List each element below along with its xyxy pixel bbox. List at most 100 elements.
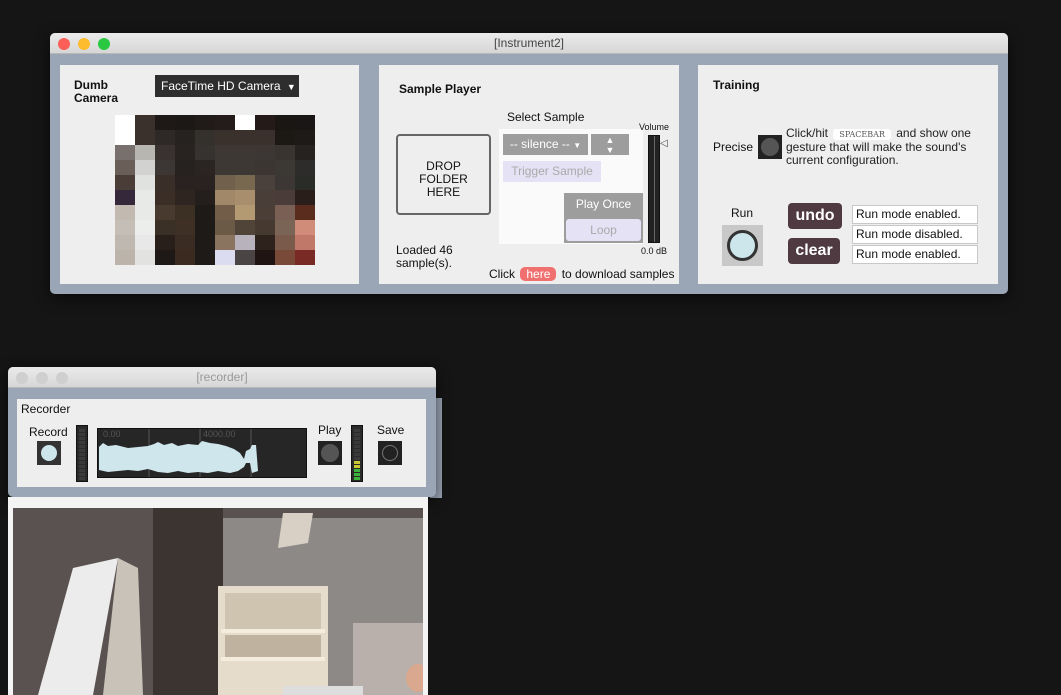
zoom-button[interactable] (98, 38, 110, 50)
minimize-button[interactable] (78, 38, 90, 50)
camera-pixel (215, 130, 235, 145)
camera-pixel (235, 160, 255, 175)
camera-pixel (155, 160, 175, 175)
play-once-button[interactable]: Play Once (564, 197, 643, 211)
meter-segment (354, 441, 360, 444)
camera-pixel (195, 175, 215, 190)
meter-segment (354, 429, 360, 432)
camera-pixel (215, 220, 235, 235)
meter-segment (79, 461, 85, 464)
camera-pixel (295, 235, 315, 250)
run-toggle[interactable] (722, 225, 763, 266)
camera-pixel (135, 205, 155, 220)
download-suffix: to download samples (561, 267, 675, 281)
training-instructions: Click/hit SPACEBAR and show one gesture … (786, 127, 971, 167)
camera-pixel (215, 160, 235, 175)
loaded-text: sample(s). (396, 256, 453, 270)
camera-pixel (275, 190, 295, 205)
meter-segment (354, 445, 360, 448)
camera-pixel (115, 175, 135, 190)
camera-pixel (275, 235, 295, 250)
undo-button[interactable]: undo (788, 203, 842, 229)
window-title: [recorder] (196, 370, 248, 384)
title-bar[interactable]: [recorder] (8, 367, 436, 388)
record-button[interactable] (37, 441, 61, 465)
play-button[interactable] (318, 441, 342, 465)
camera-pixel (135, 250, 155, 265)
camera-pixel (255, 205, 275, 220)
camera-pixel (135, 220, 155, 235)
camera-pixel (255, 115, 275, 130)
camera-pixel (175, 160, 195, 175)
camera-pixel (235, 250, 255, 265)
input-level-meter (76, 425, 88, 482)
title-bar[interactable]: [Instrument2] (50, 33, 1008, 54)
loaded-status: Loaded 46 sample(s). (396, 244, 453, 270)
camera-pixel (115, 205, 135, 220)
waveform-display[interactable]: 0.00 4000.00 (97, 428, 307, 478)
output-level-meter (351, 425, 363, 482)
camera-pixel (215, 235, 235, 250)
close-button[interactable] (58, 38, 70, 50)
camera-pixel (235, 130, 255, 145)
meter-segment (79, 437, 85, 440)
camera-pixel (275, 130, 295, 145)
camera-pixel (275, 220, 295, 235)
meter-segment (354, 449, 360, 452)
download-prefix: Click (489, 267, 515, 281)
camera-pixel (295, 160, 315, 175)
camera-pixel (195, 220, 215, 235)
meter-segment (354, 465, 360, 468)
camera-pixel (195, 205, 215, 220)
log-entry: Run mode enabled. (852, 205, 978, 224)
camera-pixel (255, 250, 275, 265)
camera-pixel (215, 175, 235, 190)
camera-pixel (175, 115, 195, 130)
download-link[interactable]: here (520, 267, 557, 281)
webcam-video (13, 508, 423, 695)
camera-pixel (255, 190, 275, 205)
minimize-button[interactable] (36, 372, 48, 384)
clear-button[interactable]: clear (788, 238, 840, 264)
sample-stepper[interactable]: ▲ ▼ (591, 134, 629, 155)
zoom-button[interactable] (56, 372, 68, 384)
camera-pixel (235, 235, 255, 250)
camera-pixel (135, 175, 155, 190)
meter-segment (79, 465, 85, 468)
camera-pixel (115, 115, 135, 130)
camera-device-select[interactable]: FaceTime HD Camera ▼ (155, 75, 299, 97)
camera-pixel (295, 250, 315, 265)
save-button[interactable] (378, 441, 402, 465)
camera-pixel (215, 190, 235, 205)
camera-pixel (215, 205, 235, 220)
save-label: Save (377, 423, 405, 437)
meter-segment (354, 473, 360, 476)
drop-folder-zone[interactable]: DROP FOLDER HERE (396, 134, 491, 215)
arrow-down-icon[interactable]: ▼ (591, 145, 629, 155)
camera-pixel (175, 205, 195, 220)
volume-handle-icon[interactable]: ◁ (660, 138, 668, 149)
sample-select[interactable]: -- silence -- ▼ (503, 134, 588, 155)
meter-segment (354, 437, 360, 440)
close-button[interactable] (16, 372, 28, 384)
volume-slider[interactable] (648, 135, 660, 243)
camera-pixel (215, 250, 235, 265)
camera-pixel (155, 205, 175, 220)
log-entry: Run mode disabled. (852, 225, 978, 244)
meter-segment (79, 433, 85, 436)
camera-pixel (215, 145, 235, 160)
camera-pixel (115, 190, 135, 205)
loop-button[interactable]: Loop (566, 219, 641, 241)
camera-pixel (115, 145, 135, 160)
camera-pixel (275, 205, 295, 220)
meter-segment (79, 457, 85, 460)
arrow-up-icon[interactable]: ▲ (591, 135, 629, 145)
camera-pixel (235, 220, 255, 235)
precise-record-button[interactable] (758, 135, 782, 159)
camera-pixel (135, 145, 155, 160)
trigger-sample-button[interactable]: Trigger Sample (503, 161, 601, 182)
camera-pixel (175, 235, 195, 250)
chevron-down-icon: ▼ (286, 82, 296, 92)
meter-segment (79, 429, 85, 432)
camera-pixel (255, 160, 275, 175)
